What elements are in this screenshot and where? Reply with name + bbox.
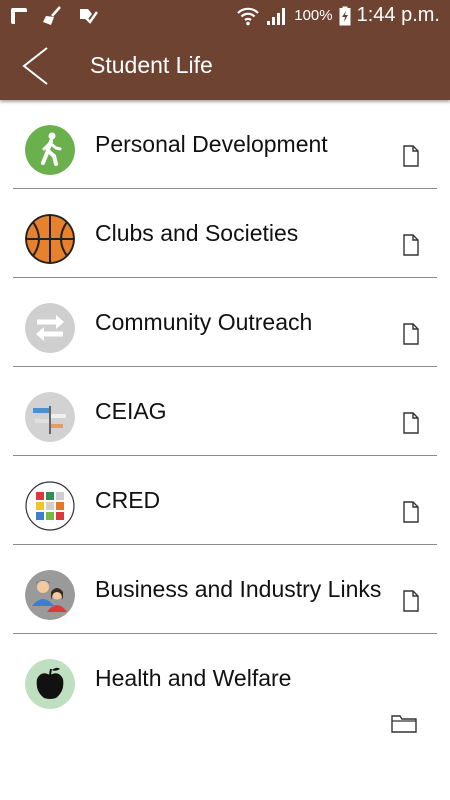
item-label: Personal Development xyxy=(95,131,328,157)
broom-icon xyxy=(43,6,61,25)
folder-icon xyxy=(391,715,417,733)
document-icon xyxy=(403,234,419,256)
exchange-arrows-icon xyxy=(25,303,75,353)
document-icon xyxy=(403,590,419,612)
status-bar: 100% 1:44 p.m. xyxy=(0,0,450,34)
battery-charging-icon xyxy=(339,6,351,25)
check-notification-icon xyxy=(80,9,98,24)
menu-list: Personal Development Clubs and Societies xyxy=(0,100,450,734)
chevron-left-icon xyxy=(22,47,48,85)
item-label: CEIAG xyxy=(95,398,167,424)
wifi-icon xyxy=(237,7,260,25)
list-item-health-and-welfare[interactable]: Health and Welfare xyxy=(0,634,450,734)
list-item-business-and-industry-links[interactable]: Business and Industry Links xyxy=(0,545,450,634)
signal-icon xyxy=(267,7,286,25)
page-title: Student Life xyxy=(90,52,213,78)
notification-app-icon xyxy=(11,8,27,24)
document-icon xyxy=(403,145,419,167)
list-item-community-outreach[interactable]: Community Outreach xyxy=(0,278,450,367)
list-item-clubs-and-societies[interactable]: Clubs and Societies xyxy=(0,189,450,278)
document-icon xyxy=(403,323,419,345)
document-icon xyxy=(403,412,419,434)
app-bar: Student Life xyxy=(0,34,450,100)
basketball-icon xyxy=(25,214,75,264)
signpost-icon xyxy=(25,392,75,442)
list-item-ceiag[interactable]: CEIAG xyxy=(0,367,450,456)
apple-icon xyxy=(25,659,75,709)
battery-percentage: 100% xyxy=(294,7,333,24)
item-label: Clubs and Societies xyxy=(95,220,299,246)
back-button[interactable] xyxy=(14,44,58,88)
item-label: Health and Welfare xyxy=(95,665,292,691)
people-icon xyxy=(25,570,75,620)
list-item-cred[interactable]: CRED xyxy=(0,456,450,545)
color-grid-icon xyxy=(25,481,75,531)
list-item-personal-development[interactable]: Personal Development xyxy=(0,100,450,189)
item-label: Community Outreach xyxy=(95,309,313,335)
item-label: CRED xyxy=(95,487,161,513)
document-icon xyxy=(403,501,419,523)
clock: 1:44 p.m. xyxy=(356,4,440,26)
item-label: Business and Industry Links xyxy=(95,576,382,602)
walking-person-icon xyxy=(25,125,75,175)
top-bar: 100% 1:44 p.m. Student Life xyxy=(0,0,450,100)
